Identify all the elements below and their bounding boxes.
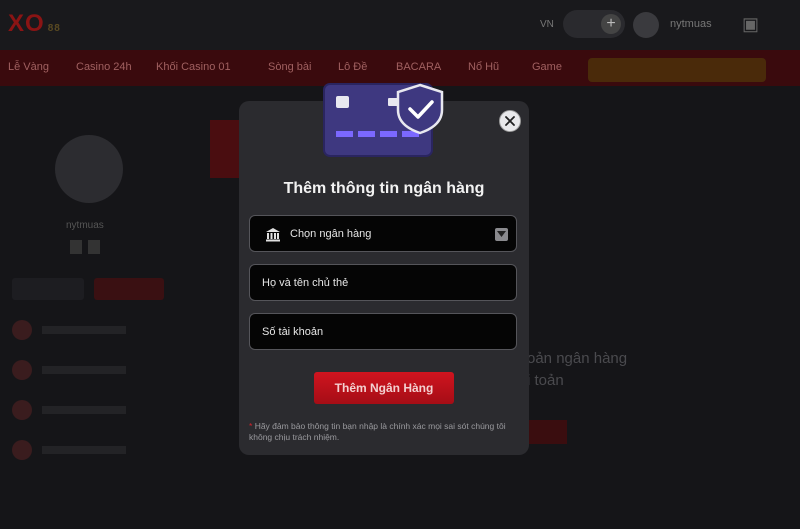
sidebar-item[interactable]: [12, 320, 142, 342]
profile-name: nytmuas: [66, 220, 104, 231]
language-switch[interactable]: VN: [540, 19, 554, 30]
sidebar-item[interactable]: [12, 440, 142, 462]
chevron-down-icon: [497, 231, 506, 237]
account-number-placeholder: Số tài khoản: [262, 326, 324, 338]
card-holder-placeholder: Họ và tên chủ thẻ: [262, 277, 349, 289]
nav-item[interactable]: Khối Casino 01: [156, 61, 231, 73]
top-header: XO 88 VN + nytmuas ▣: [0, 0, 800, 50]
header-avatar[interactable]: [633, 12, 659, 38]
nav-item[interactable]: Game: [532, 61, 562, 73]
nav-item[interactable]: Lô Đề: [338, 61, 367, 73]
sidebar-item[interactable]: [12, 360, 142, 382]
site-logo[interactable]: XO 88: [8, 10, 61, 38]
promo-banner-button[interactable]: [588, 58, 766, 82]
sidebar-tab-active[interactable]: [94, 278, 164, 300]
background-button: [527, 420, 567, 444]
balance-pill[interactable]: +: [563, 10, 625, 38]
deposit-plus-icon[interactable]: +: [601, 14, 621, 34]
profile-avatar: [55, 135, 123, 203]
nav-item[interactable]: Nổ Hũ: [468, 61, 499, 73]
bank-icon: [266, 228, 280, 242]
note-text: Hãy đảm bảo thông tin bạn nhập là chính …: [249, 421, 506, 442]
account-number-field[interactable]: Số tài khoản: [249, 313, 517, 350]
nav-item[interactable]: BACARA: [396, 61, 441, 73]
background-red-block: [210, 120, 240, 178]
profile-badges: [70, 240, 106, 254]
bank-select[interactable]: Chọn ngân hàng: [249, 215, 517, 252]
sidebar-item[interactable]: [12, 400, 142, 422]
background-text: oản ngân hàng: [527, 350, 628, 367]
disclaimer-note: * Hãy đảm bảo thông tin bạn nhập là chín…: [249, 421, 521, 443]
add-bank-button[interactable]: Thêm Ngân Hàng: [314, 372, 454, 404]
header-username[interactable]: nytmuas: [670, 18, 712, 30]
note-asterisk: *: [249, 421, 253, 431]
nav-item[interactable]: Lễ Vàng: [8, 61, 49, 73]
card-holder-name-field[interactable]: Họ và tên chủ thẻ: [249, 264, 517, 301]
modal-title: Thêm thông tin ngân hàng: [283, 180, 485, 197]
dropdown-toggle[interactable]: [495, 228, 508, 241]
close-icon: [505, 116, 515, 126]
background-text: i toản: [527, 372, 564, 389]
cart-icon[interactable]: ▣: [742, 14, 759, 35]
nav-item[interactable]: Sòng bài: [268, 61, 311, 73]
nav-item[interactable]: Casino 24h: [76, 61, 132, 73]
close-button[interactable]: [499, 110, 521, 132]
credit-card-shield-icon: [323, 83, 444, 157]
bank-select-value: Chọn ngân hàng: [290, 228, 372, 240]
sidebar-tab[interactable]: [12, 278, 84, 300]
